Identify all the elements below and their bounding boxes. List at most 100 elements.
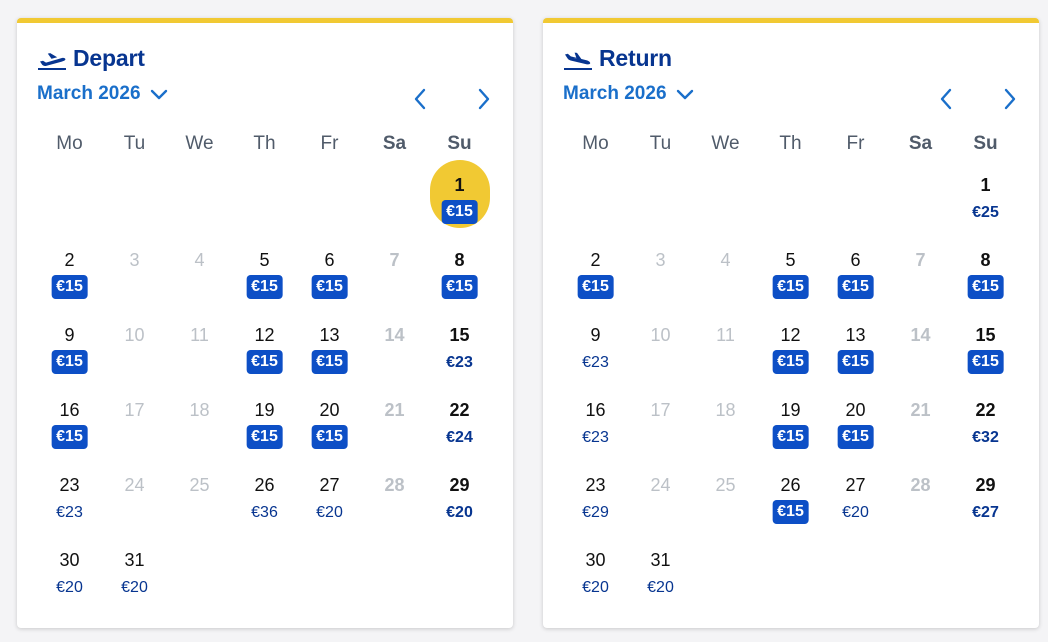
week-row: 16 €15 17 18 19 €15 20 €15 21 22 €24 bbox=[37, 385, 492, 460]
day-cell-unavailable: 14 bbox=[888, 310, 953, 385]
empty-day-cell bbox=[693, 535, 758, 610]
weekday-label: Su bbox=[973, 133, 998, 154]
day-cell[interactable]: 31 €20 bbox=[102, 535, 167, 610]
day-cell-unavailable: 24 bbox=[102, 460, 167, 535]
day-cell[interactable]: 1 €25 bbox=[953, 160, 1018, 235]
day-number: 26 bbox=[780, 475, 801, 495]
day-cell[interactable]: 6 €15 bbox=[823, 235, 888, 310]
day-number: 25 bbox=[715, 475, 736, 495]
fare-price: €23 bbox=[582, 429, 609, 446]
day-cell-selected[interactable]: 1 €15 bbox=[427, 160, 492, 235]
lowest-fare-badge: €15 bbox=[772, 425, 809, 449]
day-cell[interactable]: 13 €15 bbox=[297, 310, 362, 385]
day-cell[interactable]: 20 €15 bbox=[297, 385, 362, 460]
day-cell-unavailable: 24 bbox=[628, 460, 693, 535]
day-cell[interactable]: 22 €32 bbox=[953, 385, 1018, 460]
day-cell-unavailable: 10 bbox=[628, 310, 693, 385]
day-cell[interactable]: 8 €15 bbox=[427, 235, 492, 310]
day-cell[interactable]: 23 €23 bbox=[37, 460, 102, 535]
day-cell[interactable]: 9 €15 bbox=[37, 310, 102, 385]
fare-price: €23 bbox=[56, 504, 83, 521]
day-cell[interactable]: 27 €20 bbox=[297, 460, 362, 535]
lowest-fare-badge: €15 bbox=[967, 275, 1004, 299]
depart-calendar-panel: Depart March 2026 Mo Tu We Th Fr Sa Su 1 €15 2 €15… bbox=[17, 18, 513, 628]
weekday-label: Sa bbox=[908, 133, 933, 154]
day-number: 13 bbox=[319, 325, 340, 345]
day-cell[interactable]: 2 €15 bbox=[37, 235, 102, 310]
empty-day-cell bbox=[953, 535, 1018, 610]
day-number: 5 bbox=[785, 250, 796, 270]
day-cell[interactable]: 26 €15 bbox=[758, 460, 823, 535]
day-number: 25 bbox=[189, 475, 210, 495]
day-number: 17 bbox=[124, 400, 145, 420]
empty-day-cell bbox=[102, 160, 167, 235]
return-next-month-button[interactable] bbox=[998, 85, 1022, 113]
day-cell[interactable]: 29 €27 bbox=[953, 460, 1018, 535]
day-cell-unavailable: 11 bbox=[167, 310, 232, 385]
lowest-fare-badge: €15 bbox=[311, 425, 348, 449]
depart-next-month-button[interactable] bbox=[472, 85, 496, 113]
lowest-fare-badge: €15 bbox=[311, 275, 348, 299]
day-number: 16 bbox=[585, 400, 606, 420]
day-number: 12 bbox=[254, 325, 275, 345]
day-cell[interactable]: 5 €15 bbox=[232, 235, 297, 310]
day-cell[interactable]: 2 €15 bbox=[563, 235, 628, 310]
day-cell[interactable]: 6 €15 bbox=[297, 235, 362, 310]
day-cell[interactable]: 22 €24 bbox=[427, 385, 492, 460]
weekday-label: Sa bbox=[382, 133, 407, 154]
depart-prev-month-button[interactable] bbox=[408, 85, 432, 113]
day-cell[interactable]: 12 €15 bbox=[232, 310, 297, 385]
day-cell[interactable]: 30 €20 bbox=[563, 535, 628, 610]
empty-day-cell bbox=[563, 160, 628, 235]
day-cell[interactable]: 29 €20 bbox=[427, 460, 492, 535]
day-cell[interactable]: 13 €15 bbox=[823, 310, 888, 385]
day-cell-unavailable: 28 bbox=[888, 460, 953, 535]
day-cell-unavailable: 18 bbox=[167, 385, 232, 460]
depart-month-selector[interactable]: March 2026 bbox=[37, 83, 169, 105]
day-number: 20 bbox=[319, 400, 340, 420]
week-row: 30 €20 31 €20 bbox=[37, 535, 492, 610]
empty-day-cell bbox=[888, 160, 953, 235]
return-prev-month-button[interactable] bbox=[934, 85, 958, 113]
empty-day-cell bbox=[758, 535, 823, 610]
day-cell[interactable]: 23 €29 bbox=[563, 460, 628, 535]
day-cell-unavailable: 4 bbox=[693, 235, 758, 310]
weekday-label: Fr bbox=[846, 133, 865, 154]
empty-day-cell bbox=[823, 160, 888, 235]
empty-day-cell bbox=[693, 160, 758, 235]
chevron-down-icon bbox=[150, 89, 167, 100]
day-cell[interactable]: 31 €20 bbox=[628, 535, 693, 610]
lowest-fare-badge: €15 bbox=[967, 350, 1004, 374]
day-cell-unavailable: 7 bbox=[888, 235, 953, 310]
day-number: 24 bbox=[650, 475, 671, 495]
day-cell[interactable]: 12 €15 bbox=[758, 310, 823, 385]
day-number: 28 bbox=[384, 475, 405, 495]
return-month-selector[interactable]: March 2026 bbox=[563, 83, 695, 105]
day-cell[interactable]: 16 €15 bbox=[37, 385, 102, 460]
fare-price: €20 bbox=[582, 579, 609, 596]
day-cell[interactable]: 15 €23 bbox=[427, 310, 492, 385]
week-row: 9 €15 10 11 12 €15 13 €15 14 15 €23 bbox=[37, 310, 492, 385]
day-cell-unavailable: 25 bbox=[693, 460, 758, 535]
day-cell[interactable]: 27 €20 bbox=[823, 460, 888, 535]
fare-price: €36 bbox=[251, 504, 278, 521]
day-cell[interactable]: 16 €23 bbox=[563, 385, 628, 460]
chevron-down-icon bbox=[676, 89, 693, 100]
day-cell[interactable]: 26 €36 bbox=[232, 460, 297, 535]
day-cell[interactable]: 20 €15 bbox=[823, 385, 888, 460]
day-number: 11 bbox=[190, 325, 209, 345]
depart-title: Depart bbox=[73, 45, 145, 71]
day-number: 23 bbox=[59, 475, 80, 495]
lowest-fare-badge: €15 bbox=[772, 350, 809, 374]
day-cell[interactable]: 8 €15 bbox=[953, 235, 1018, 310]
day-number: 22 bbox=[975, 400, 996, 420]
day-number: 30 bbox=[59, 550, 80, 570]
day-cell[interactable]: 5 €15 bbox=[758, 235, 823, 310]
day-cell[interactable]: 30 €20 bbox=[37, 535, 102, 610]
day-cell[interactable]: 9 €23 bbox=[563, 310, 628, 385]
day-cell[interactable]: 15 €15 bbox=[953, 310, 1018, 385]
day-cell[interactable]: 19 €15 bbox=[758, 385, 823, 460]
depart-month-label: March 2026 bbox=[37, 83, 141, 104]
day-cell[interactable]: 19 €15 bbox=[232, 385, 297, 460]
day-number: 31 bbox=[650, 550, 671, 570]
